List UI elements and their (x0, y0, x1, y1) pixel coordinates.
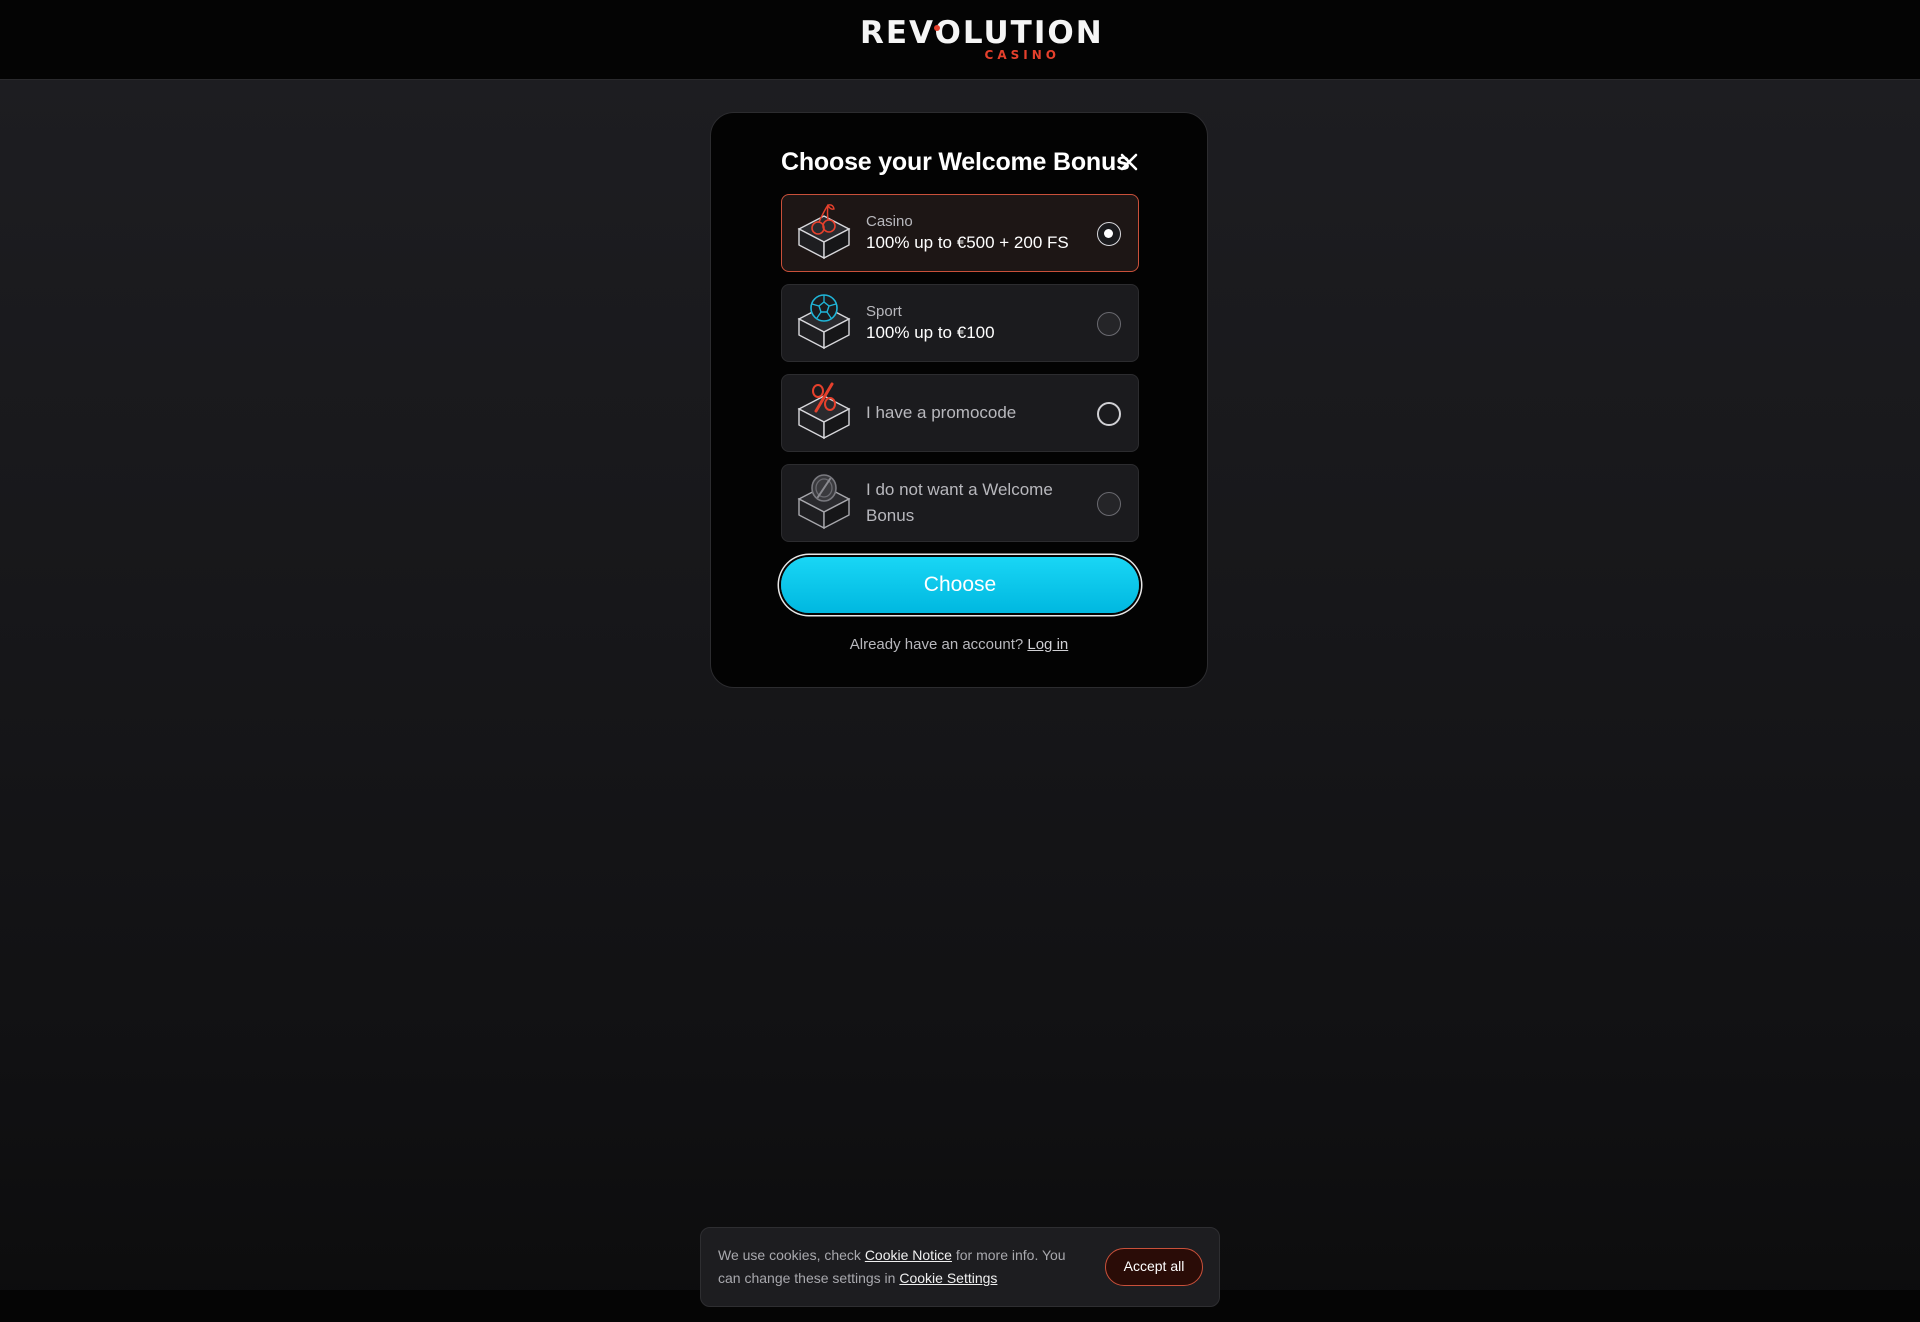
logo-dot (934, 25, 940, 31)
soccer-ball-box-icon (797, 291, 851, 357)
logo-text: REVOLUTION (860, 15, 1104, 51)
radio-no-bonus[interactable] (1097, 492, 1121, 516)
close-button[interactable] (1114, 147, 1144, 177)
account-prompt: Already have an account? (849, 636, 1024, 653)
cookie-banner: We use cookies, check Cookie Notice for … (700, 1227, 1220, 1307)
option-label: I do not want a Welcome Bonus (866, 480, 1053, 525)
cookie-text: We use cookies, check Cookie Notice for … (718, 1244, 1088, 1290)
bonus-option-casino[interactable]: Casino 100% up to €500 + 200 FS (781, 194, 1139, 272)
option-text: Casino 100% up to €500 + 200 FS (866, 195, 1086, 271)
bonus-option-no-bonus[interactable]: I do not want a Welcome Bonus (781, 464, 1139, 542)
cherries-box-icon (797, 201, 851, 267)
option-category: Sport (866, 303, 902, 320)
option-offer: 100% up to €100 (866, 323, 995, 342)
cookie-notice-link[interactable]: Cookie Notice (865, 1247, 952, 1263)
top-bar: REVOLUTION CASINO (0, 0, 1920, 80)
option-label: I have a promocode (866, 403, 1017, 422)
choose-button[interactable]: Choose (781, 557, 1139, 613)
account-login-line: Already have an account? Log in (711, 635, 1207, 655)
modal-title: Choose your Welcome Bonus (781, 148, 1130, 176)
radio-casino[interactable] (1097, 222, 1121, 246)
bonus-option-promocode[interactable]: I have a promocode (781, 374, 1139, 452)
option-offer: 100% up to €500 + 200 FS (866, 233, 1069, 252)
cookie-text-1: We use cookies, check (718, 1247, 861, 1263)
welcome-bonus-modal: Choose your Welcome Bonus Casino 100% up… (710, 112, 1208, 688)
bonus-option-sport[interactable]: Sport 100% up to €100 (781, 284, 1139, 362)
logo-subtext: CASINO (984, 48, 1060, 62)
option-category: Casino (866, 213, 913, 230)
radio-sport[interactable] (1097, 312, 1121, 336)
option-text: I do not want a Welcome Bonus (866, 465, 1086, 541)
close-icon (1120, 153, 1138, 171)
option-text: Sport 100% up to €100 (866, 285, 1086, 361)
option-text: I have a promocode (866, 375, 1086, 451)
revolution-casino-logo[interactable]: REVOLUTION CASINO (860, 16, 1102, 62)
no-coin-box-icon (797, 471, 851, 537)
login-link[interactable]: Log in (1027, 636, 1068, 653)
radio-promocode[interactable] (1097, 402, 1121, 426)
cookie-settings-link[interactable]: Cookie Settings (899, 1270, 997, 1286)
percent-box-icon (797, 381, 851, 447)
accept-all-button[interactable]: Accept all (1105, 1248, 1203, 1286)
